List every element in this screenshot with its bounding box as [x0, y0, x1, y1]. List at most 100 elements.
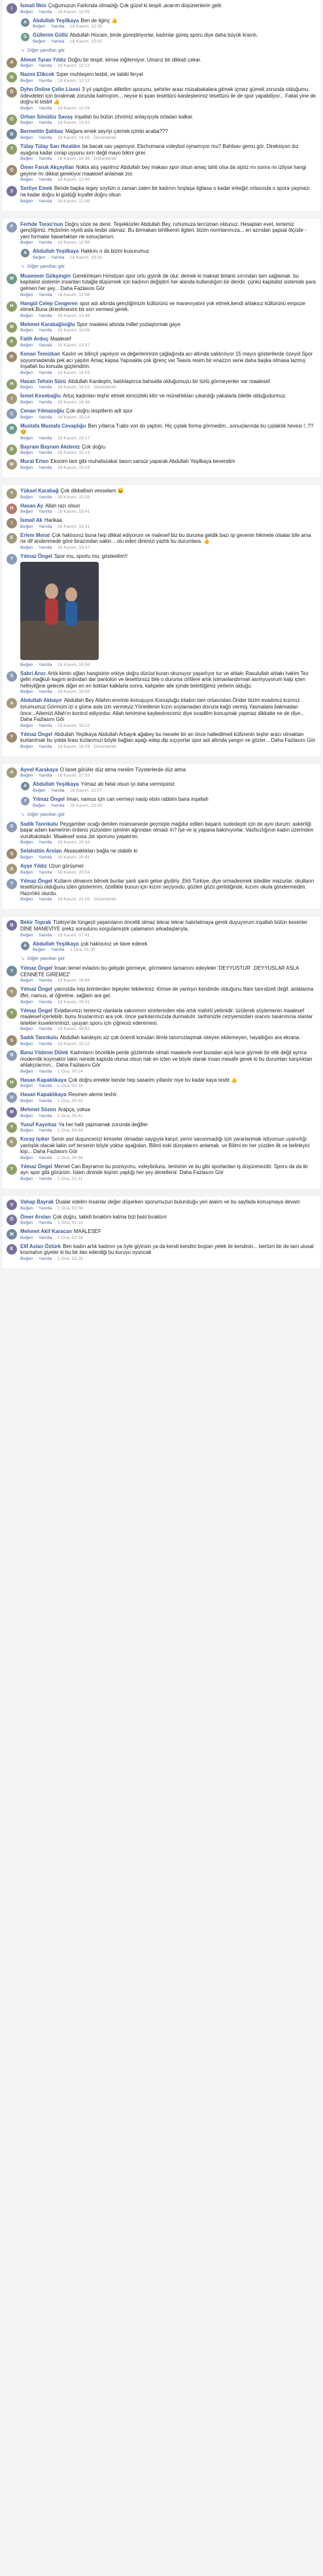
- reply-link[interactable]: Yanıtla: [39, 495, 52, 500]
- like-link[interactable]: Beğen: [33, 803, 46, 808]
- avatar[interactable]: S: [7, 671, 17, 682]
- avatar[interactable]: Y: [7, 1008, 17, 1019]
- avatar[interactable]: M: [7, 322, 17, 333]
- comment-author[interactable]: Bekir Toprak: [20, 919, 51, 925]
- reply-link[interactable]: Yanıtla: [39, 524, 52, 529]
- like-link[interactable]: Beğen: [20, 724, 33, 728]
- comment-time[interactable]: 18 Kasım, 15:17: [58, 436, 90, 441]
- reply-link[interactable]: Yanıtla: [39, 120, 52, 125]
- reply-link[interactable]: Yanıtla: [39, 1236, 52, 1240]
- like-link[interactable]: Beğen: [20, 773, 33, 778]
- like-link[interactable]: Beğen: [20, 663, 33, 667]
- comment-time[interactable]: 18 Kasım, 14:15: [58, 385, 90, 390]
- avatar[interactable]: İ: [7, 394, 17, 405]
- reply-link[interactable]: Yanıtla: [39, 1084, 52, 1088]
- reply-link[interactable]: Yanıtla: [39, 509, 52, 514]
- like-link[interactable]: Beğen: [33, 24, 46, 29]
- reply-link[interactable]: Yanıtla: [39, 897, 52, 902]
- view-more-replies-link[interactable]: ↳ Diğer yanıtları gör: [21, 955, 316, 961]
- reply-link[interactable]: Yanıtla: [39, 545, 52, 550]
- comment-author[interactable]: Orhan Sönülüz Savaş: [20, 114, 73, 120]
- comment-time[interactable]: 19 Kasım, 09:31: [58, 1000, 90, 1004]
- reply-link[interactable]: Yanıtla: [39, 343, 52, 348]
- comment-time[interactable]: 18 Kasım, 13:08: [58, 293, 90, 297]
- reply-link[interactable]: Yanıtla: [39, 371, 52, 375]
- comment-author[interactable]: Ayşe Yıldız: [20, 863, 47, 869]
- comment-author[interactable]: Hangül Celep Cengeren: [20, 301, 78, 306]
- comment-author[interactable]: Ferhde Torao'nun: [20, 221, 63, 227]
- avatar[interactable]: O: [7, 114, 17, 125]
- comment-author[interactable]: Yusuf Kayırkaz: [20, 1122, 56, 1128]
- comment-author[interactable]: Mehmet Karabağlıoğlu: [20, 322, 75, 327]
- comment-author[interactable]: Cenan Yılmazoğlu: [20, 408, 64, 414]
- like-link[interactable]: Beğen: [20, 1084, 33, 1088]
- comment-time[interactable]: 18 Kasım, 13:08: [58, 328, 90, 333]
- like-link[interactable]: Beğen: [20, 415, 33, 420]
- like-link[interactable]: Beğen: [20, 745, 33, 749]
- comment-time[interactable]: 18 Kasım, 20:54: [58, 870, 90, 875]
- avatar[interactable]: D: [7, 86, 17, 98]
- avatar[interactable]: Y: [7, 731, 17, 743]
- reply-link[interactable]: Yanıtla: [39, 451, 52, 455]
- like-link[interactable]: Beğen: [20, 314, 33, 318]
- avatar[interactable]: B: [7, 920, 17, 931]
- like-link[interactable]: Beğen: [20, 240, 33, 245]
- comment-author[interactable]: Bermettin Şahbaz: [20, 128, 63, 134]
- like-link[interactable]: Beğen: [20, 1236, 33, 1240]
- comment-author[interactable]: Mehmet Sözen: [20, 1107, 56, 1113]
- avatar[interactable]: H: [7, 503, 17, 514]
- like-link[interactable]: Beğen: [20, 840, 33, 845]
- comment-time[interactable]: 18 Kasım, 17:03: [58, 773, 90, 778]
- comment-author[interactable]: Yılmaz Öngel: [20, 965, 52, 971]
- comment-time[interactable]: 18 Kasım, 12:12: [58, 79, 90, 83]
- comment-time[interactable]: 1 Oca, 01:30: [70, 948, 95, 952]
- comment-author[interactable]: Sadık Tanrıkulu: [20, 1035, 58, 1040]
- comment-author[interactable]: Hasan Kapaklıkaya: [20, 1077, 67, 1083]
- comment-author[interactable]: Muammer Gökşingin: [20, 273, 71, 279]
- avatar[interactable]: M: [7, 423, 17, 434]
- reply-link[interactable]: Yanıtla: [39, 724, 52, 728]
- comment-time[interactable]: 1 Oca, 02:25: [58, 1257, 83, 1261]
- edited-label[interactable]: · Düzenlendi: [90, 156, 116, 161]
- comment-author[interactable]: Elif Aslan Öztürk: [20, 1243, 61, 1249]
- comment-time[interactable]: 18 Kasım, 14:36: [58, 400, 90, 405]
- comment-author[interactable]: Ömer Arslan: [20, 1214, 51, 1220]
- comment-author[interactable]: Nazmi Elikcek: [20, 71, 54, 77]
- comment-author[interactable]: Yüksel Karabağ: [20, 488, 59, 494]
- comment-author[interactable]: Hasan Kapaklıkaya: [20, 1092, 67, 1097]
- comment-author[interactable]: Sertiye Emek: [20, 185, 52, 191]
- avatar[interactable]: Y: [7, 553, 17, 564]
- comment-time[interactable]: 1 Oca, 00:58: [58, 1156, 83, 1160]
- avatar[interactable]: S: [7, 1035, 17, 1046]
- comment-time[interactable]: 18 Kasım, 21:05: [58, 897, 90, 902]
- comment-author[interactable]: İsmet Kesebağlu: [20, 393, 61, 399]
- like-link[interactable]: Beğen: [20, 545, 33, 550]
- avatar[interactable]: G: [21, 33, 29, 42]
- reply-link[interactable]: Yanıtla: [51, 255, 65, 260]
- reply-link[interactable]: Yanıtla: [39, 64, 52, 68]
- comment-time[interactable]: 18 Kasım, 15:47: [58, 545, 90, 550]
- comment-time[interactable]: 18 Kasım, 14:03: [58, 371, 90, 375]
- reply-link[interactable]: Yanıtla: [39, 177, 52, 182]
- comment-time[interactable]: 1 Oca, 00:18: [58, 1084, 83, 1088]
- like-link[interactable]: Beğen: [20, 1027, 33, 1031]
- comment-time[interactable]: 18 Kasım, 15:41: [58, 509, 90, 514]
- avatar[interactable]: Y: [7, 878, 17, 889]
- avatar[interactable]: B: [7, 444, 17, 455]
- reply-link[interactable]: Yanıtla: [39, 10, 52, 14]
- comment-author[interactable]: Selahattin Arslan: [20, 848, 61, 854]
- comment-time[interactable]: 1 Oca, 00:32: [58, 1099, 83, 1103]
- reply-link[interactable]: Yanıtla: [39, 1069, 52, 1074]
- avatar[interactable]: H: [7, 1077, 17, 1088]
- edited-label[interactable]: · Düzenlendi: [90, 745, 116, 749]
- avatar[interactable]: Y: [7, 1122, 17, 1133]
- comment-time[interactable]: 18 Kasım, 14:36: [58, 156, 90, 161]
- like-link[interactable]: Beğen: [20, 400, 33, 405]
- reply-link[interactable]: Yanıtla: [51, 803, 65, 808]
- reply-link[interactable]: Yanıtla: [39, 1257, 52, 1261]
- reply-link[interactable]: Yanıtla: [51, 948, 65, 952]
- like-link[interactable]: Beğen: [20, 1156, 33, 1160]
- comment-time[interactable]: 18 Kasım, 13:48: [58, 314, 90, 318]
- reply-link[interactable]: Yanıtla: [39, 106, 52, 111]
- comment-author[interactable]: Dyhn Online Çelin Lisesi: [20, 86, 80, 92]
